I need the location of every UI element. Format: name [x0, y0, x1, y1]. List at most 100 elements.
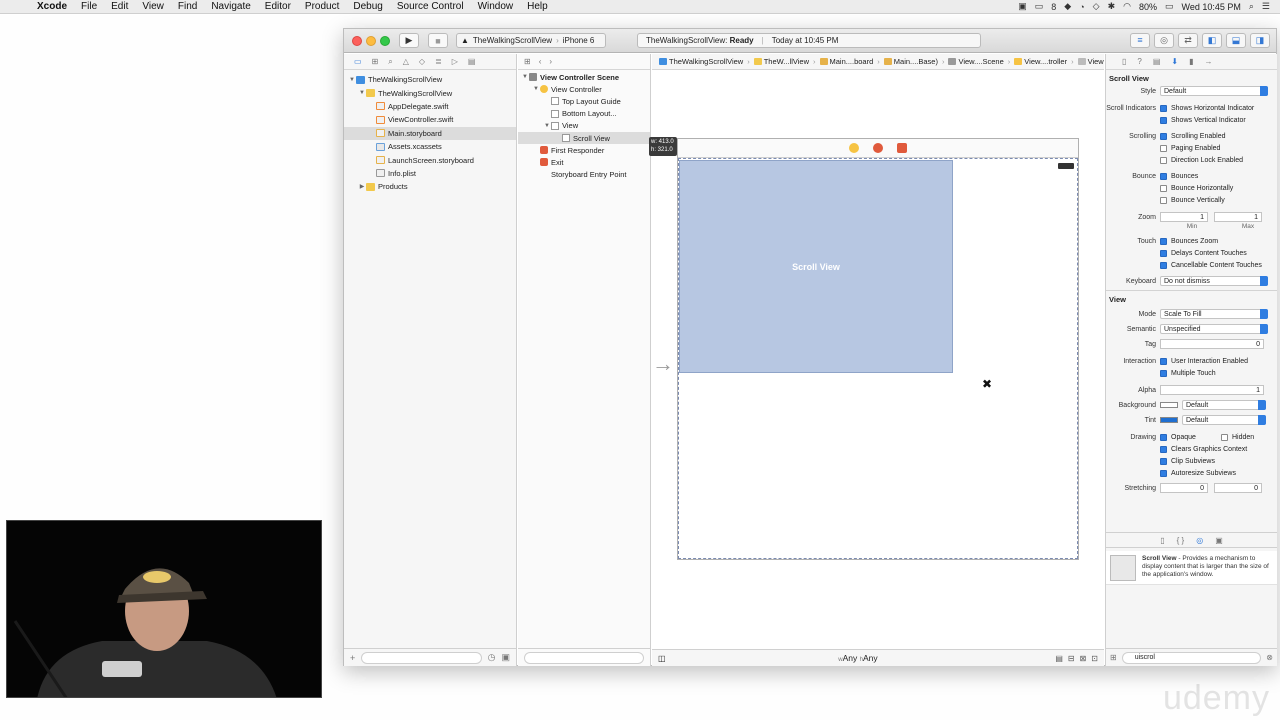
bounces-checkbox[interactable]: [1160, 172, 1167, 180]
menu-debug[interactable]: Debug: [346, 1, 389, 12]
menu-app-name[interactable]: Xcode: [30, 1, 74, 12]
menu-edit[interactable]: Edit: [104, 1, 135, 12]
navigator-item[interactable]: ▼ TheWalkingScrollView: [344, 73, 516, 86]
resolve-issues-icon[interactable]: ⊡: [1091, 654, 1098, 663]
menubar-clock[interactable]: Wed 10:45 PM: [1182, 2, 1241, 12]
file-template-library-icon[interactable]: ▯: [1160, 536, 1164, 545]
folder-icon[interactable]: ▭: [354, 57, 362, 66]
code-snippet-library-icon[interactable]: { }: [1177, 536, 1185, 545]
pin-icon[interactable]: ⊠: [1080, 654, 1087, 663]
library-item-scroll-view[interactable]: Scroll View - Provides a mechanism to di…: [1106, 551, 1277, 585]
clear-filter-icon[interactable]: ⊗: [1266, 653, 1273, 662]
version-editor-icon[interactable]: ⇄: [1178, 33, 1198, 48]
forward-chevron-icon[interactable]: ›: [549, 57, 552, 66]
clears-context-checkbox[interactable]: [1160, 445, 1167, 453]
breadcrumb-item[interactable]: View....troller: [1011, 57, 1070, 66]
navigator-item[interactable]: ViewController.swift: [344, 113, 516, 126]
menu-file[interactable]: File: [74, 1, 104, 12]
shows-horizontal-checkbox[interactable]: [1160, 104, 1167, 112]
media-library-icon[interactable]: ▣: [1215, 536, 1223, 545]
multiple-touch-checkbox[interactable]: [1160, 369, 1167, 377]
cancellable-touches-checkbox[interactable]: [1160, 261, 1167, 269]
file-inspector-icon[interactable]: ▯: [1122, 57, 1126, 66]
navigator-filter-input[interactable]: [361, 651, 482, 664]
stretching-y-field[interactable]: 0: [1214, 483, 1262, 493]
view-controller-icon[interactable]: [849, 143, 859, 153]
style-popup[interactable]: Default: [1160, 86, 1268, 96]
size-inspector-icon[interactable]: ▮: [1189, 57, 1193, 66]
notification-center-icon[interactable]: ☰: [1262, 1, 1270, 12]
debug-navigator-icon[interactable]: ≣: [435, 57, 442, 66]
close-window-button[interactable]: [352, 36, 362, 46]
dropbox-icon[interactable]: ◇: [1093, 1, 1100, 12]
autoresize-checkbox[interactable]: [1160, 469, 1167, 477]
menu-navigate[interactable]: Navigate: [204, 1, 257, 12]
toggle-debug-area-icon[interactable]: ⬓: [1226, 33, 1246, 48]
spotlight-search-icon[interactable]: ⌕: [1249, 1, 1254, 12]
test-navigator-icon[interactable]: ◇: [419, 57, 425, 66]
outline-item[interactable]: Scroll View: [518, 131, 650, 145]
find-navigator-icon[interactable]: ⌕: [388, 57, 392, 67]
outline-item[interactable]: ▼ View: [518, 120, 650, 132]
opaque-checkbox[interactable]: [1160, 433, 1167, 441]
breakpoint-navigator-icon[interactable]: ▷: [452, 57, 458, 66]
disclosure-open-icon[interactable]: ▼: [358, 90, 366, 96]
outline-item[interactable]: ▼ View Controller: [518, 83, 650, 95]
back-chevron-icon[interactable]: ‹: [539, 57, 542, 66]
breadcrumb-item[interactable]: TheW...llView: [751, 57, 812, 66]
identity-inspector-icon[interactable]: ▤: [1153, 57, 1161, 66]
menu-window[interactable]: Window: [471, 1, 521, 12]
evernote-icon[interactable]: ◆: [1064, 1, 1071, 12]
battery-percent[interactable]: 80%: [1139, 2, 1157, 12]
navigator-item[interactable]: AppDelegate.swift: [344, 100, 516, 113]
breadcrumb-item[interactable]: Main....Base): [881, 57, 941, 66]
align-icon[interactable]: ⊟: [1068, 654, 1075, 663]
bluetooth-icon[interactable]: ✱: [1108, 1, 1116, 12]
tint-swatch[interactable]: [1160, 417, 1178, 423]
breadcrumb-item[interactable]: Main....board: [817, 57, 877, 66]
object-library-icon[interactable]: ◎: [1196, 536, 1203, 545]
standard-editor-icon[interactable]: ≡: [1130, 33, 1150, 48]
connections-inspector-icon[interactable]: →: [1205, 57, 1213, 66]
navigator-item[interactable]: ▼ TheWalkingScrollView: [344, 86, 516, 99]
background-popup[interactable]: Default: [1182, 400, 1266, 410]
bounce-horizontally-checkbox[interactable]: [1160, 184, 1167, 192]
storyboard-canvas[interactable]: w: 413.0 h: 321.0 → Scroll View ✖: [649, 71, 1104, 648]
scroll-view-element[interactable]: Scroll View: [679, 160, 953, 373]
user-interaction-checkbox[interactable]: [1160, 357, 1167, 365]
background-swatch[interactable]: [1160, 402, 1178, 408]
breadcrumb-item[interactable]: View: [1075, 57, 1104, 66]
report-navigator-icon[interactable]: ▤: [468, 57, 476, 66]
scm-filter-icon[interactable]: ▣: [501, 652, 510, 663]
delays-touches-checkbox[interactable]: [1160, 249, 1167, 257]
bounce-vertically-checkbox[interactable]: [1160, 196, 1167, 204]
menu-view[interactable]: View: [135, 1, 171, 12]
hidden-checkbox[interactable]: [1221, 433, 1228, 441]
notification-badge[interactable]: 8: [1051, 2, 1056, 12]
zoom-min-field[interactable]: 1: [1160, 212, 1208, 222]
recent-files-icon[interactable]: ◷: [488, 652, 496, 663]
assistant-editor-icon[interactable]: ◎: [1154, 33, 1174, 48]
breadcrumb-item[interactable]: View....Scene: [945, 57, 1006, 66]
disclosure-open-icon[interactable]: ▼: [348, 77, 356, 83]
menu-editor[interactable]: Editor: [258, 1, 298, 12]
quick-help-icon[interactable]: ?: [1137, 57, 1141, 66]
run-button[interactable]: ▶: [399, 33, 419, 48]
tint-popup[interactable]: Default: [1182, 415, 1266, 425]
zoom-window-button[interactable]: [380, 36, 390, 46]
display-icon[interactable]: ▭: [1035, 1, 1044, 12]
size-class-control[interactable]: wAny hAny: [666, 653, 1051, 663]
disclosure-open-icon[interactable]: ▼: [532, 86, 540, 92]
tag-field[interactable]: 0: [1160, 339, 1264, 349]
outline-item[interactable]: Exit: [518, 156, 650, 168]
exit-icon[interactable]: [897, 143, 907, 153]
outline-toggle-icon[interactable]: ◫: [658, 654, 666, 663]
navigator-item[interactable]: Assets.xcassets: [344, 140, 516, 153]
navigator-item[interactable]: LaunchScreen.storyboard: [344, 153, 516, 166]
minimize-window-button[interactable]: [366, 36, 376, 46]
add-file-icon[interactable]: +: [350, 653, 355, 663]
battery-icon[interactable]: ▭: [1165, 1, 1174, 12]
disclosure-closed-icon[interactable]: ▶: [358, 183, 366, 190]
keyboard-popup[interactable]: Do not dismiss: [1160, 276, 1268, 286]
symbol-navigator-icon[interactable]: ⊞: [372, 57, 379, 66]
